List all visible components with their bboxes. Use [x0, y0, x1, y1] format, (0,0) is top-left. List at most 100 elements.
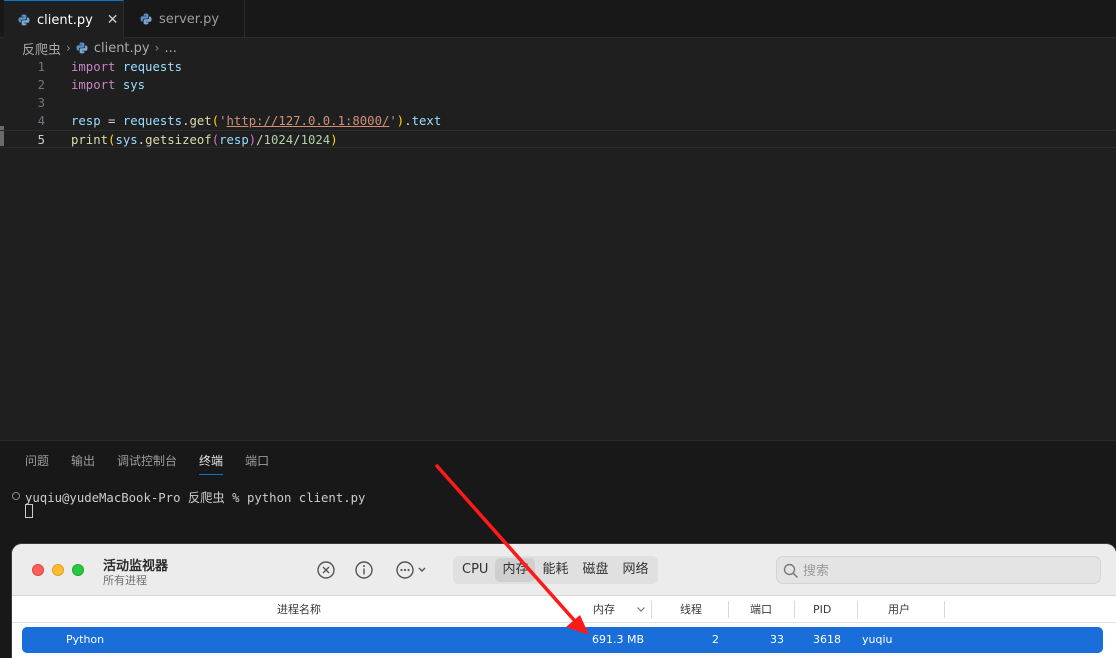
code-token: sys — [122, 78, 146, 92]
segment-memory[interactable]: 内存 — [495, 558, 536, 582]
code-token: / — [256, 133, 264, 147]
code-token: resp — [219, 133, 249, 147]
segment-disk[interactable]: 磁盘 — [575, 558, 615, 582]
tab-output[interactable]: 输出 — [71, 452, 95, 475]
column-divider — [944, 601, 945, 618]
tab-terminal[interactable]: 终端 — [199, 452, 224, 475]
code-line[interactable]: 1 import requests — [0, 58, 1116, 76]
screenshot-root: client.py ✕ server.py 反爬虫 › client.py › … — [0, 0, 1116, 658]
python-file-icon — [76, 42, 88, 54]
column-pid[interactable]: PID — [813, 596, 831, 623]
line-code: resp = requests.get('http://127.0.0.1:80… — [71, 112, 441, 130]
code-token: 1024 — [263, 133, 294, 147]
line-number: 2 — [37, 78, 45, 92]
code-token: requests — [122, 60, 183, 74]
column-divider — [728, 601, 729, 618]
code-line[interactable]: 5 print(sys.getsizeof(resp)/1024/1024) — [0, 130, 1116, 148]
breadcrumb-more[interactable]: ... — [164, 41, 176, 56]
table-row[interactable]: Python 691.3 MB 2 33 3618 yuqiu — [22, 627, 1103, 653]
code-line[interactable]: 2 import sys — [0, 76, 1116, 94]
activity-monitor-window: 活动监视器 所有进程 CPU 内存 能耗 磁盘 网络 搜索 进程名称 内存 线程… — [12, 544, 1116, 658]
terminal-cursor — [25, 504, 33, 518]
line-number: 4 — [37, 114, 45, 128]
tab-label: server.py — [159, 11, 220, 27]
category-segmented-control: CPU 内存 能耗 磁盘 网络 — [453, 556, 658, 584]
column-user[interactable]: 用户 — [888, 596, 910, 623]
code-token: text — [411, 114, 442, 128]
search-icon — [783, 563, 799, 579]
python-file-icon — [18, 14, 30, 26]
close-icon[interactable]: ✕ — [107, 12, 119, 28]
python-file-icon — [140, 13, 152, 25]
editor-tab-bar: client.py ✕ server.py — [0, 0, 1116, 39]
code-token: ( — [211, 114, 220, 128]
segment-cpu[interactable]: CPU — [455, 558, 495, 582]
tab-problems[interactable]: 问题 — [25, 452, 49, 475]
breadcrumb: 反爬虫 › client.py › ... — [22, 38, 177, 58]
column-ports[interactable]: 端口 — [750, 596, 772, 623]
code-token: 1024 — [300, 133, 331, 147]
window-subtitle: 所有进程 — [103, 574, 147, 587]
segment-energy[interactable]: 能耗 — [535, 558, 575, 582]
code-token: print — [71, 133, 109, 147]
zoom-window-button[interactable] — [72, 564, 84, 576]
segment-network[interactable]: 网络 — [615, 558, 655, 582]
breadcrumb-file[interactable]: client.py — [94, 41, 150, 56]
line-number: 3 — [37, 96, 45, 110]
close-window-button[interactable] — [32, 564, 44, 576]
column-process-name[interactable]: 进程名称 — [277, 596, 321, 623]
code-line[interactable]: 4 resp = requests.get('http://127.0.0.1:8… — [0, 112, 1116, 130]
code-token: ' — [389, 114, 397, 128]
code-token: . — [137, 133, 146, 147]
code-editor[interactable]: 1 import requests 2 import sys 3 4 resp = requ… — [0, 58, 1116, 440]
panel-tabs: 问题 输出 调试控制台 终端 端口 — [25, 452, 291, 475]
info-icon[interactable] — [354, 560, 374, 580]
row-process-name: Python — [66, 633, 105, 646]
row-memory: 691.3 MB — [592, 633, 645, 646]
chevron-right-icon: › — [154, 41, 160, 55]
command-status-icon — [12, 492, 20, 500]
activity-monitor-toolbar: 活动监视器 所有进程 CPU 内存 能耗 磁盘 网络 — [12, 544, 1116, 596]
column-memory[interactable]: 内存 — [593, 596, 615, 623]
row-pid: 3618 — [813, 633, 841, 646]
tab-debug-console[interactable]: 调试控制台 — [117, 452, 177, 475]
tab-ports[interactable]: 端口 — [245, 452, 269, 475]
column-divider — [651, 601, 652, 618]
code-token: = — [100, 114, 123, 128]
column-divider — [857, 601, 858, 618]
minimize-window-button[interactable] — [52, 564, 64, 576]
stop-process-icon[interactable] — [316, 560, 336, 580]
code-line[interactable]: 3 — [0, 94, 1116, 112]
search-field[interactable] — [776, 556, 1101, 584]
more-actions-icon[interactable] — [395, 560, 431, 580]
column-threads[interactable]: 线程 — [680, 596, 702, 623]
column-divider — [794, 601, 795, 618]
breadcrumb-folder[interactable]: 反爬虫 — [22, 39, 61, 58]
line-code: import sys — [71, 76, 145, 94]
code-token: resp — [71, 114, 101, 128]
line-code: print(sys.getsizeof(resp)/1024/1024) — [71, 131, 338, 149]
code-token: requests — [122, 114, 183, 128]
code-token: import — [71, 60, 116, 74]
code-token: getsizeof — [145, 133, 212, 147]
code-token: ( — [211, 133, 220, 147]
tab-server-py[interactable]: server.py — [124, 0, 245, 38]
line-number: 1 — [37, 60, 45, 74]
code-token: / — [293, 133, 301, 147]
code-token: sys — [115, 133, 138, 147]
line-number: 5 — [37, 133, 45, 147]
search-input[interactable] — [803, 561, 1083, 581]
sort-descending-icon — [636, 604, 646, 614]
process-table-header: 进程名称 内存 线程 端口 PID 用户 — [12, 596, 1116, 623]
code-token: . — [404, 114, 412, 128]
chevron-right-icon: › — [66, 41, 71, 55]
code-token: ' — [219, 114, 227, 128]
code-token: http://127.0.0.1:8000/ — [226, 114, 390, 128]
tab-client-py[interactable]: client.py ✕ — [4, 0, 124, 39]
terminal-command-line: yuqiu@yudeMacBook-Pro 反爬虫 % python clien… — [25, 491, 366, 505]
line-code: import requests — [71, 58, 182, 76]
code-token: get — [189, 114, 212, 128]
row-user: yuqiu — [862, 633, 893, 646]
